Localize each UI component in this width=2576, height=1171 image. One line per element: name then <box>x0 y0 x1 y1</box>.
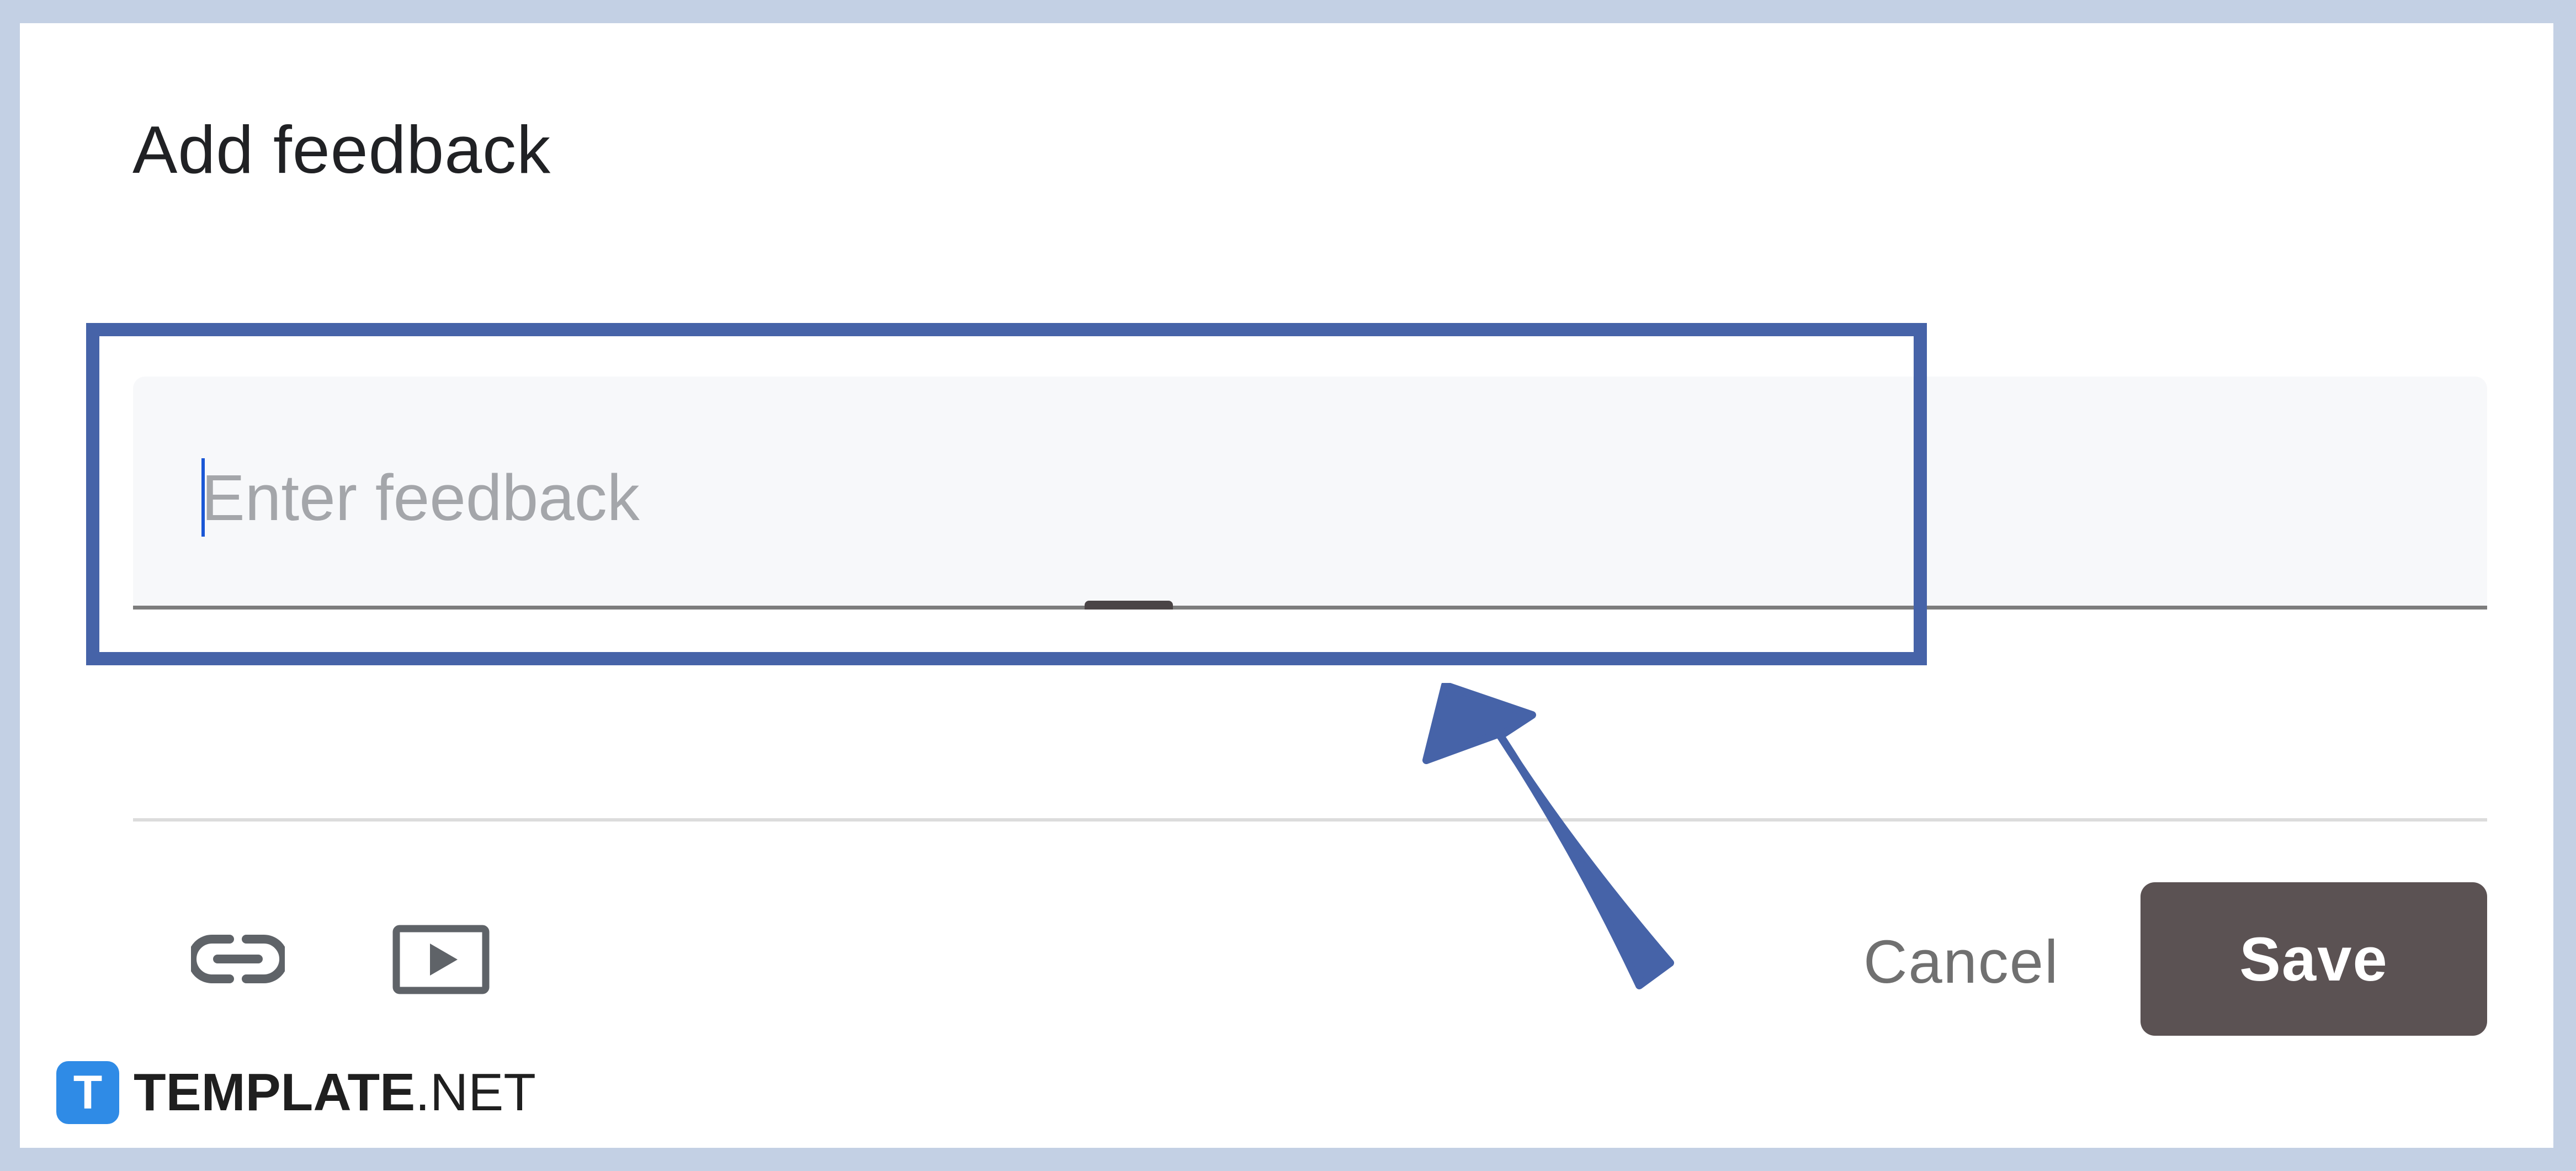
brand-watermark: T TEMPLATE .NET <box>56 1061 536 1124</box>
toolbar-divider <box>133 818 2487 822</box>
insert-video-button[interactable] <box>389 919 493 1000</box>
dialog-canvas: Add feedback Cancel Save T TEMPLATE.NET <box>20 23 2553 1148</box>
annotation-arrow <box>1422 683 1674 989</box>
insert-link-button[interactable] <box>185 923 290 995</box>
link-icon <box>191 935 285 983</box>
dialog-title: Add feedback <box>132 112 551 187</box>
brand-name-bold: TEMPLATE <box>134 1063 416 1122</box>
save-button[interactable]: Save <box>2141 882 2487 1036</box>
youtube-video-icon <box>392 925 490 994</box>
cancel-button[interactable]: Cancel <box>1863 923 2059 1000</box>
brand-name: TEMPLATE .NET <box>134 1066 536 1119</box>
brand-logo: T <box>56 1061 119 1124</box>
highlight-annotation-box <box>86 323 1927 665</box>
brand-name-suffix: .NET <box>415 1063 536 1122</box>
